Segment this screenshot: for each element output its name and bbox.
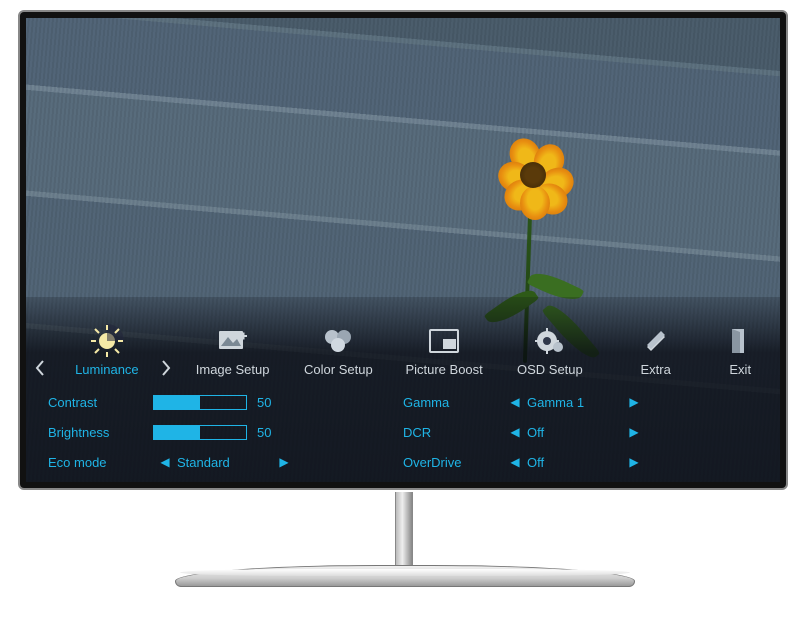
overdrive-value: Off bbox=[527, 455, 622, 470]
contrast-value: 50 bbox=[257, 395, 287, 410]
tab-extra[interactable]: Extra bbox=[603, 322, 709, 377]
screen: Luminance Image Setup bbox=[26, 18, 780, 482]
osd-menu: Luminance Image Setup bbox=[26, 297, 780, 482]
setting-gamma[interactable]: Gamma ◀ Gamma 1 ▶ bbox=[403, 387, 758, 417]
tab-color-setup[interactable]: Color Setup bbox=[286, 322, 392, 377]
tab-label: Exit bbox=[709, 362, 772, 377]
setting-label: DCR bbox=[403, 425, 503, 440]
dcr-value: Off bbox=[527, 425, 622, 440]
settings-col-left: Contrast 50 Brightness 50 Eco mode ◀ Sta… bbox=[48, 387, 403, 477]
setting-dcr[interactable]: DCR ◀ Off ▶ bbox=[403, 417, 758, 447]
tab-label: Color Setup bbox=[286, 362, 392, 377]
gamma-prev-arrow[interactable]: ◀ bbox=[503, 395, 527, 409]
eco-prev-arrow[interactable]: ◀ bbox=[153, 455, 177, 469]
tab-label: Luminance bbox=[54, 362, 160, 377]
tab-label: Picture Boost bbox=[391, 362, 497, 377]
setting-label: Gamma bbox=[403, 395, 503, 410]
monitor-stand-base bbox=[175, 565, 635, 587]
setting-label: Eco mode bbox=[48, 455, 153, 470]
tab-picture-boost[interactable]: Picture Boost bbox=[391, 322, 497, 377]
eco-next-arrow[interactable]: ▶ bbox=[272, 455, 296, 469]
tabs-next-arrow[interactable] bbox=[160, 359, 180, 377]
monitor-stand-neck bbox=[395, 492, 413, 574]
eco-value: Standard bbox=[177, 455, 272, 470]
tab-luminance[interactable]: Luminance bbox=[54, 322, 160, 377]
gamma-next-arrow[interactable]: ▶ bbox=[622, 395, 646, 409]
setting-contrast[interactable]: Contrast 50 bbox=[48, 387, 403, 417]
palette-icon bbox=[286, 324, 392, 358]
overdrive-next-arrow[interactable]: ▶ bbox=[622, 455, 646, 469]
dcr-prev-arrow[interactable]: ◀ bbox=[503, 425, 527, 439]
setting-overdrive[interactable]: OverDrive ◀ Off ▶ bbox=[403, 447, 758, 477]
sun-icon bbox=[54, 324, 160, 358]
tabs-prev-arrow[interactable] bbox=[34, 359, 54, 377]
setting-label: Contrast bbox=[48, 395, 153, 410]
setting-label: OverDrive bbox=[403, 455, 503, 470]
tab-osd-setup[interactable]: OSD Setup bbox=[497, 322, 603, 377]
image-icon bbox=[180, 324, 286, 358]
tools-icon bbox=[603, 324, 709, 358]
setting-eco-mode[interactable]: Eco mode ◀ Standard ▶ bbox=[48, 447, 403, 477]
osd-tabs: Luminance Image Setup bbox=[34, 303, 772, 377]
contrast-slider[interactable] bbox=[153, 395, 247, 410]
tab-label: OSD Setup bbox=[497, 362, 603, 377]
brightness-slider[interactable] bbox=[153, 425, 247, 440]
tab-label: Extra bbox=[603, 362, 709, 377]
pip-icon bbox=[391, 324, 497, 358]
tab-image-setup[interactable]: Image Setup bbox=[180, 322, 286, 377]
osd-settings: Contrast 50 Brightness 50 Eco mode ◀ Sta… bbox=[34, 387, 772, 477]
overdrive-prev-arrow[interactable]: ◀ bbox=[503, 455, 527, 469]
gamma-value: Gamma 1 bbox=[527, 395, 622, 410]
settings-col-right: Gamma ◀ Gamma 1 ▶ DCR ◀ Off ▶ OverDrive … bbox=[403, 387, 758, 477]
setting-label: Brightness bbox=[48, 425, 153, 440]
dcr-next-arrow[interactable]: ▶ bbox=[622, 425, 646, 439]
tab-label: Image Setup bbox=[180, 362, 286, 377]
brightness-value: 50 bbox=[257, 425, 287, 440]
monitor-frame: Luminance Image Setup bbox=[18, 10, 788, 490]
tab-exit[interactable]: Exit bbox=[709, 322, 772, 377]
gear-icon bbox=[497, 324, 603, 358]
setting-brightness[interactable]: Brightness 50 bbox=[48, 417, 403, 447]
exit-icon bbox=[709, 324, 772, 358]
